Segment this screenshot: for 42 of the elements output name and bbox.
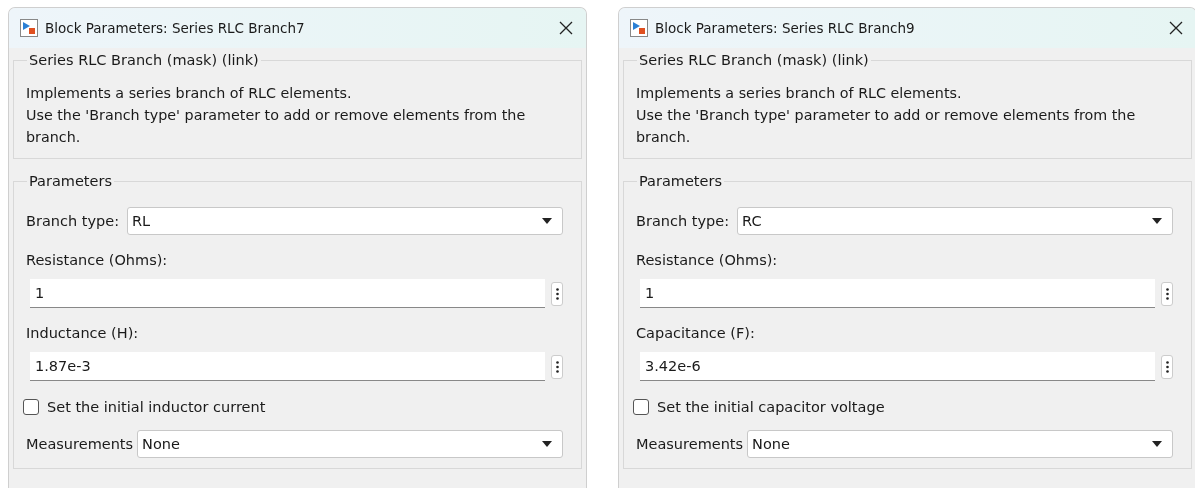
group-title: Series RLC Branch (mask) (link) bbox=[28, 52, 260, 68]
field-label: Measurements bbox=[26, 436, 134, 452]
field-label: Resistance (Ohms): bbox=[636, 252, 779, 268]
field-label: Inductance (H): bbox=[26, 325, 140, 341]
field-label: Branch type: bbox=[26, 213, 120, 229]
vertical-dots-icon bbox=[555, 287, 559, 300]
description-text: Use the 'Branch type' parameter to add or remove elements from the branch. bbox=[636, 106, 1137, 147]
window-title: Block Parameters: Series RLC Branch7 bbox=[45, 20, 306, 36]
caret-icon bbox=[1152, 441, 1162, 447]
window-title: Block Parameters: Series RLC Branch9 bbox=[655, 20, 916, 36]
branch-type-dropdown[interactable]: RC bbox=[737, 207, 1173, 235]
input-field[interactable]: 1 bbox=[640, 279, 1155, 308]
measurements-dropdown[interactable]: None bbox=[137, 430, 563, 458]
more-options-button[interactable] bbox=[1161, 281, 1173, 306]
field-label: Capacitance (F): bbox=[636, 325, 756, 341]
vertical-dots-icon bbox=[1165, 287, 1169, 300]
field-label: Branch type: bbox=[636, 213, 730, 229]
initial-value-checkbox[interactable]: Set the initial capacitor voltage bbox=[633, 399, 1173, 415]
vertical-dots-icon bbox=[1165, 360, 1169, 373]
more-options-button[interactable] bbox=[551, 281, 563, 306]
caret-icon bbox=[542, 218, 552, 224]
caret-icon bbox=[1152, 218, 1162, 224]
block-icon bbox=[20, 19, 38, 37]
description-text: Implements a series branch of RLC elements. bbox=[26, 84, 353, 103]
field-label: Measurements bbox=[636, 436, 744, 452]
block-icon bbox=[630, 19, 648, 37]
field-label: Resistance (Ohms): bbox=[26, 252, 169, 268]
branch-type-dropdown[interactable]: RL bbox=[127, 207, 563, 235]
more-options-button[interactable] bbox=[1161, 354, 1173, 379]
initial-value-checkbox[interactable]: Set the initial inductor current bbox=[23, 399, 563, 415]
vertical-dots-icon bbox=[555, 360, 559, 373]
caret-icon bbox=[542, 441, 552, 447]
measurements-dropdown[interactable]: None bbox=[747, 430, 1173, 458]
group-title: Parameters bbox=[28, 173, 113, 189]
group-title: Series RLC Branch (mask) (link) bbox=[638, 52, 870, 68]
description-text: Use the 'Branch type' parameter to add or remove elements from the branch. bbox=[26, 106, 527, 147]
input-field[interactable]: 1 bbox=[30, 279, 545, 308]
group-title: Parameters bbox=[638, 173, 723, 189]
input-field[interactable]: 3.42e-6 bbox=[640, 352, 1155, 381]
input-field[interactable]: 1.87e-3 bbox=[30, 352, 545, 381]
more-options-button[interactable] bbox=[551, 354, 563, 379]
description-text: Implements a series branch of RLC elements. bbox=[636, 84, 963, 103]
